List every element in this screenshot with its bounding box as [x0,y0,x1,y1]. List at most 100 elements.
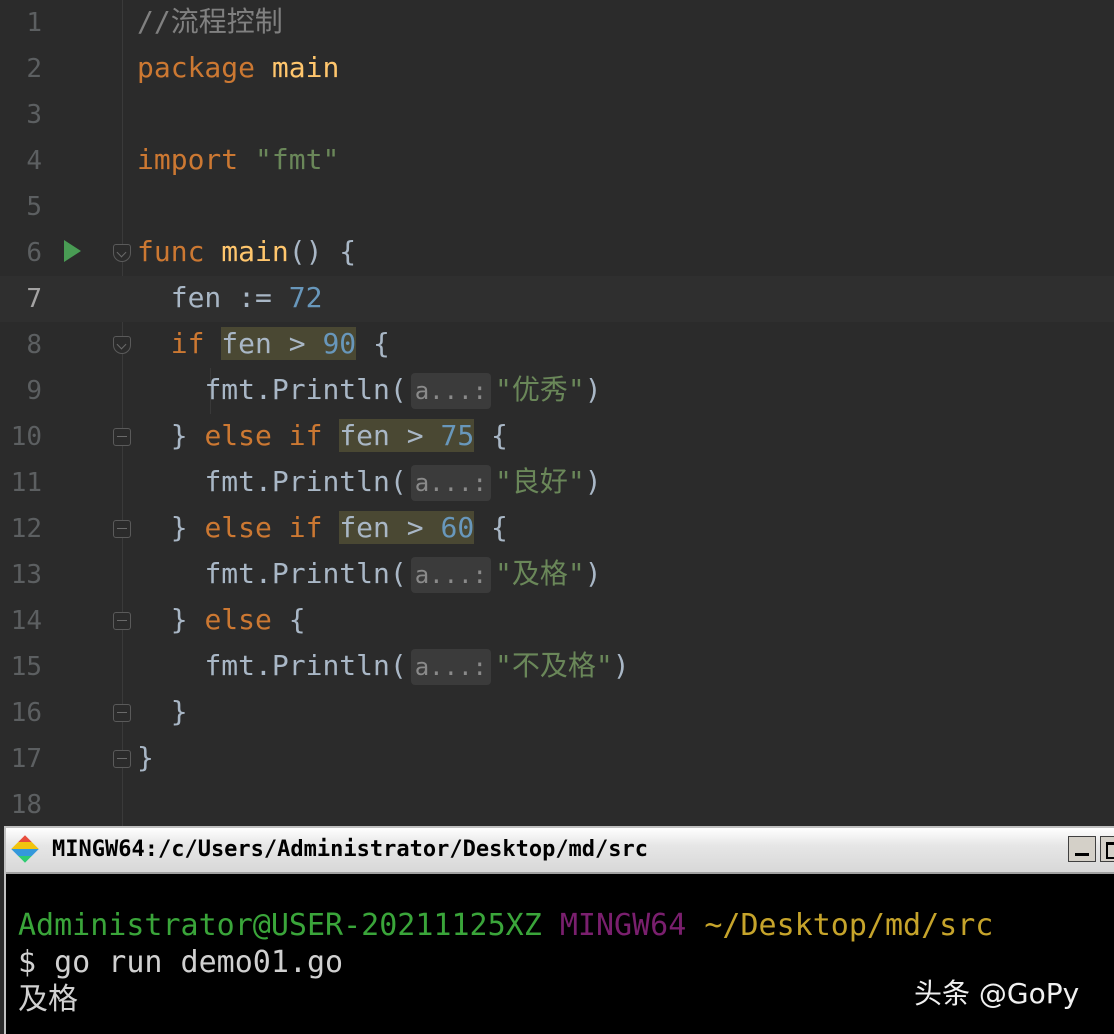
keyword-func: func [137,235,205,268]
prompt-path: ~/Desktop/md/src [704,908,994,943]
code-text: { [356,327,390,360]
number-literal: 72 [288,281,323,314]
brace: } [170,419,205,452]
parameter-hint: a...: [410,465,491,501]
line-number: 1 [26,8,42,38]
code-line-6[interactable]: 6 func main() { [0,230,1114,276]
keyword-if: if [170,327,205,360]
terminal-command: $ go run demo01.go [18,945,344,980]
brace: } [170,511,205,544]
code-text: { [474,511,508,544]
keyword-else-if: else if [204,419,323,452]
code-line-8[interactable]: 8 if fen > 90 { [0,322,1114,368]
maximize-button[interactable] [1100,836,1114,862]
code-line-11[interactable]: 11 fmt.Println(a...: "良好") [0,460,1114,506]
watermark: 头条 @GoPy [914,977,1080,1010]
code-line-1[interactable]: 1 //流程控制 [0,0,1114,46]
line-number: 10 [10,422,42,452]
code-line-2[interactable]: 2 package main [0,46,1114,92]
code-line-5[interactable]: 5 [0,184,1114,230]
fold-icon[interactable] [113,750,131,768]
parameter-hint: a...: [410,373,491,409]
code-editor[interactable]: 1 //流程控制 2 package main 3 4 import "fmt"… [0,0,1114,826]
package-ref: fmt [204,465,256,498]
package-ref: fmt [204,557,256,590]
import-path: "fmt" [255,143,340,176]
method-call: .Println( [255,557,407,590]
keyword-else: else [204,603,272,636]
keyword-import: import [137,143,239,176]
terminal-title-bar[interactable]: MINGW64:/c/Users/Administrator/Desktop/m… [6,828,1114,874]
highlighted-condition: fen > 90 [221,327,357,360]
terminal-title: MINGW64:/c/Users/Administrator/Desktop/m… [52,837,649,862]
code-line-16[interactable]: 16 } [0,690,1114,736]
code-text: { [271,603,306,636]
brace: } [137,741,154,774]
line-number: 16 [10,698,42,728]
code-line-18[interactable]: 18 [0,782,1114,828]
fold-icon[interactable] [113,244,131,262]
fold-icon[interactable] [113,612,131,630]
line-number: 12 [10,514,42,544]
parameter-hint: a...: [410,649,491,685]
line-number: 8 [26,330,42,360]
code-line-9[interactable]: 9 fmt.Println(a...: "优秀") [0,368,1114,414]
code-line-4[interactable]: 4 import "fmt" [0,138,1114,184]
code-line-17[interactable]: 17 } [0,736,1114,782]
minimize-button[interactable] [1068,836,1096,862]
code-line-14[interactable]: 14 } else { [0,598,1114,644]
brace: } [170,603,205,636]
code-text: () { [288,235,357,268]
method-call: .Println( [255,373,407,406]
terminal-output: 及格 [18,982,78,1017]
line-number: 6 [26,238,42,268]
package-name: main [271,51,340,84]
package-ref: fmt [204,373,256,406]
fold-icon[interactable] [113,428,131,446]
function-name: main [221,235,289,268]
code-line-15[interactable]: 15 fmt.Println(a...: "不及格") [0,644,1114,690]
comment: //流程控制 [137,5,283,38]
string-literal: "及格" [494,557,585,590]
fold-icon[interactable] [113,336,131,354]
line-number: 13 [10,560,42,590]
line-number: 9 [26,376,42,406]
fold-icon[interactable] [113,704,131,722]
code-line-3[interactable]: 3 [0,92,1114,138]
keyword-else-if: else if [204,511,323,544]
brace: } [170,695,188,728]
close-paren: ) [584,373,602,406]
line-number: 17 [10,744,42,774]
method-call: .Println( [255,465,407,498]
variable: fen [170,281,222,314]
string-literal: "良好" [494,465,585,498]
keyword-package: package [137,51,256,84]
run-icon[interactable] [64,240,81,262]
highlighted-condition: fen > 60 [339,511,475,544]
highlighted-condition: fen > 75 [339,419,475,452]
code-line-7[interactable]: 7 fen := 72 [0,276,1114,322]
close-paren: ) [584,465,602,498]
prompt-host: MINGW64 [559,908,687,943]
string-literal: "不及格" [494,649,613,682]
line-number: 3 [26,100,42,130]
terminal-prompt: Administrator@USER-20211125XZ MINGW64 ~/… [18,908,993,944]
close-paren: ) [612,649,630,682]
line-number: 2 [26,54,42,84]
code-line-10[interactable]: 10 } else if fen > 75 { [0,414,1114,460]
close-paren: ) [584,557,602,590]
method-call: .Println( [255,649,407,682]
fold-icon[interactable] [113,520,131,538]
line-number: 15 [10,652,42,682]
code-line-13[interactable]: 13 fmt.Println(a...: "及格") [0,552,1114,598]
code-text: { [474,419,508,452]
line-number: 5 [26,192,42,222]
line-number: 18 [10,790,42,820]
package-ref: fmt [204,649,256,682]
line-number: 4 [26,146,42,176]
parameter-hint: a...: [410,557,491,593]
string-literal: "优秀" [494,373,585,406]
code-line-12[interactable]: 12 } else if fen > 60 { [0,506,1114,552]
git-bash-icon [11,835,39,863]
line-number: 14 [10,606,42,636]
